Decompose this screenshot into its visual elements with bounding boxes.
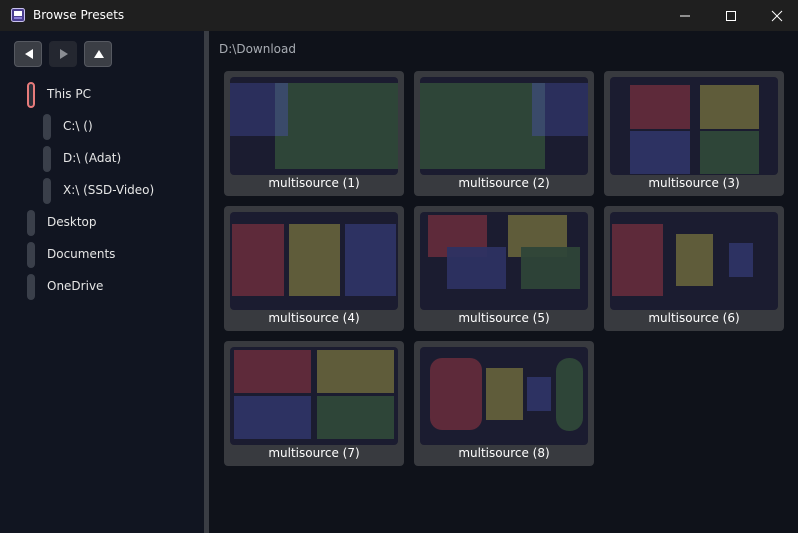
back-button[interactable] [14, 41, 42, 67]
up-arrow-icon [94, 50, 104, 58]
tree-indicator [27, 242, 35, 268]
preset-label: multisource (2) [458, 176, 550, 190]
selection-indicator [27, 82, 35, 108]
preset-tile-8[interactable]: multisource (8) [414, 341, 594, 466]
maximize-button[interactable] [708, 0, 754, 31]
tree-item-label: Desktop [47, 215, 97, 229]
preset-thumbnail [420, 212, 588, 310]
minimize-button[interactable] [662, 0, 708, 31]
tree-item-label: OneDrive [47, 279, 104, 293]
preset-label: multisource (5) [458, 311, 550, 325]
window-title: Browse Presets [33, 8, 125, 22]
preset-thumbnail [230, 347, 398, 445]
preset-thumbnail [610, 77, 778, 175]
tree-indicator [27, 274, 35, 300]
preset-thumbnail [420, 347, 588, 445]
preset-tile-3[interactable]: multisource (3) [604, 71, 784, 196]
preset-label: multisource (8) [458, 446, 550, 460]
preset-label: multisource (3) [648, 176, 740, 190]
preset-tile-2[interactable]: multisource (2) [414, 71, 594, 196]
title-bar: Browse Presets [0, 0, 798, 31]
tree-indicator [43, 114, 51, 140]
close-icon [771, 10, 783, 22]
current-path: D:\Download [219, 42, 296, 56]
tree-indicator [43, 178, 51, 204]
preset-label: multisource (1) [268, 176, 360, 190]
maximize-icon [726, 11, 736, 21]
close-button[interactable] [754, 0, 798, 31]
app-icon [11, 8, 25, 22]
preset-tile-4[interactable]: multisource (4) [224, 206, 404, 331]
preset-tile-7[interactable]: multisource (7) [224, 341, 404, 466]
preset-label: multisource (4) [268, 311, 360, 325]
preset-thumbnail [610, 212, 778, 310]
preset-thumbnail [230, 212, 398, 310]
tree-item-label: Documents [47, 247, 116, 261]
tree-item-label: D:\ (Adat) [63, 151, 122, 165]
sidebar: This PC C:\ () D:\ (Adat) X:\ (SSD-Video… [0, 31, 204, 533]
tree-item-label: C:\ () [63, 119, 93, 133]
preset-label: multisource (6) [648, 311, 740, 325]
tree-item-label: This PC [47, 87, 91, 101]
panel-splitter[interactable] [204, 31, 209, 533]
up-button[interactable] [84, 41, 112, 67]
tree-indicator [27, 210, 35, 236]
forward-arrow-icon [60, 49, 68, 59]
preset-thumbnail [230, 77, 398, 175]
back-arrow-icon [25, 49, 33, 59]
minimize-icon [680, 15, 690, 17]
preset-label: multisource (7) [268, 446, 360, 460]
preset-thumbnail [420, 77, 588, 175]
preset-tile-1[interactable]: multisource (1) [224, 71, 404, 196]
forward-button[interactable] [49, 41, 77, 67]
preset-tile-6[interactable]: multisource (6) [604, 206, 784, 331]
preset-tile-5[interactable]: multisource (5) [414, 206, 594, 331]
tree-indicator [43, 146, 51, 172]
tree-item-label: X:\ (SSD-Video) [63, 183, 155, 197]
